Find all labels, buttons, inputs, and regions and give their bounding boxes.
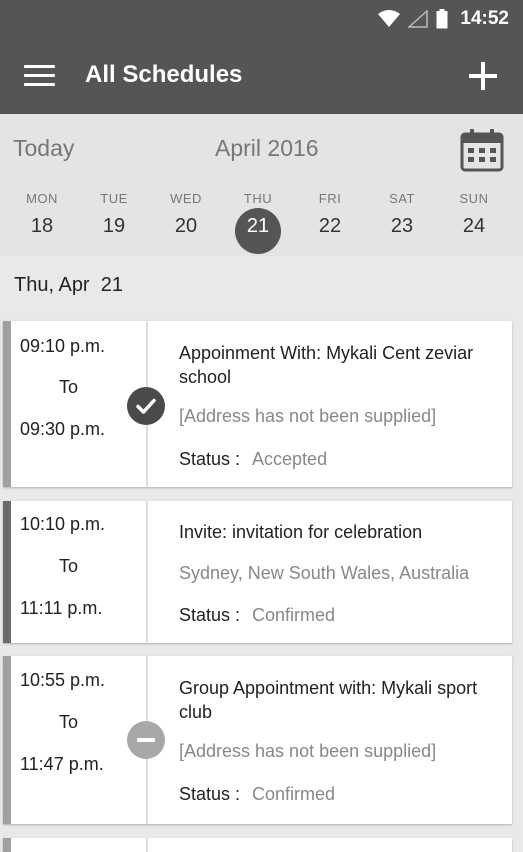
wifi-icon bbox=[378, 10, 401, 27]
day-number: 21 bbox=[246, 215, 270, 237]
day-tue[interactable]: TUE 19 bbox=[78, 188, 150, 248]
day-fri[interactable]: FRI 22 bbox=[294, 188, 366, 248]
day-number: 22 bbox=[318, 215, 342, 237]
day-number: 24 bbox=[462, 215, 486, 237]
day-of-week-label: MON bbox=[26, 191, 58, 206]
start-time: 10:10 p.m. bbox=[20, 514, 106, 534]
day-sun[interactable]: SUN 24 bbox=[438, 188, 510, 248]
card-accent-bar bbox=[3, 501, 11, 643]
signal-icon bbox=[408, 10, 429, 28]
day-sat[interactable]: SAT 23 bbox=[366, 188, 438, 248]
day-of-week-label: THU bbox=[243, 191, 273, 206]
page-title: All Schedules bbox=[85, 61, 243, 88]
schedule-title: Group Appointment with: Mykali sport clu… bbox=[179, 678, 478, 722]
week-calendar: Today April 2016 MON 18 TUE 19 WED 20 TH… bbox=[0, 114, 523, 256]
card-divider bbox=[146, 501, 148, 643]
minus-circle-icon bbox=[127, 721, 165, 759]
card-accent-bar bbox=[3, 656, 11, 824]
card-divider bbox=[146, 838, 148, 852]
day-of-week-label: SUN bbox=[459, 191, 489, 206]
day-wed[interactable]: WED 20 bbox=[150, 188, 222, 248]
day-strip: MON 18 TUE 19 WED 20 THU 21 FRI 22 SAT 2… bbox=[6, 188, 511, 254]
battery-icon bbox=[436, 9, 448, 29]
schedule-card[interactable]: 09:10 p.m. To 09:30 p.m. Appoinment With… bbox=[3, 321, 512, 487]
status-value: Accepted bbox=[252, 449, 328, 469]
schedule-address: [Address has not been supplied] bbox=[179, 741, 437, 761]
schedule-card[interactable]: 10:10 p.m. To 11:11 p.m. Invite: invitat… bbox=[3, 501, 512, 643]
schedule-title: Invite: invitation for celebration bbox=[179, 522, 423, 542]
end-time: 09:30 p.m. bbox=[20, 419, 106, 439]
calendar-icon[interactable] bbox=[460, 128, 504, 172]
status-label: Status : bbox=[179, 605, 241, 625]
schedule-card[interactable]: 10:55 p.m. To 11:47 p.m. Group Appointme… bbox=[3, 656, 512, 824]
day-number: 18 bbox=[30, 215, 54, 237]
status-bar: 14:52 bbox=[0, 0, 523, 38]
date-header: Thu, Apr 21 bbox=[14, 274, 123, 296]
schedule-title: Appoinment With: Mykali Cent zeviar scho… bbox=[179, 343, 474, 387]
month-label: April 2016 bbox=[215, 135, 319, 161]
end-time: 11:11 p.m. bbox=[20, 598, 103, 618]
schedule-status: Status : Accepted bbox=[179, 449, 327, 470]
end-time: 11:47 p.m. bbox=[20, 754, 104, 774]
plus-icon[interactable] bbox=[467, 60, 499, 92]
status-label: Status : bbox=[179, 784, 241, 804]
start-time: 09:10 p.m. bbox=[20, 336, 106, 356]
day-of-week-label: SAT bbox=[389, 191, 415, 206]
card-accent-bar bbox=[3, 321, 11, 487]
schedule-card-partial[interactable] bbox=[3, 838, 512, 852]
day-thu-selected[interactable]: THU 21 bbox=[222, 188, 294, 254]
hamburger-menu-icon[interactable] bbox=[24, 65, 55, 87]
day-number: 23 bbox=[390, 215, 414, 237]
day-of-week-label: TUE bbox=[100, 191, 128, 206]
schedule-status: Status : Confirmed bbox=[179, 605, 335, 626]
day-number: 20 bbox=[174, 215, 198, 237]
status-value: Confirmed bbox=[252, 605, 336, 625]
status-value: Confirmed bbox=[252, 784, 336, 804]
day-number: 19 bbox=[102, 215, 126, 237]
start-time: 10:55 p.m. bbox=[20, 670, 106, 690]
time-separator: To bbox=[59, 556, 79, 576]
day-mon[interactable]: MON 18 bbox=[6, 188, 78, 248]
schedule-address: [Address has not been supplied] bbox=[179, 406, 437, 426]
day-of-week-label: WED bbox=[170, 191, 202, 206]
status-clock: 14:52 bbox=[460, 8, 509, 29]
status-label: Status : bbox=[179, 449, 241, 469]
app-bar: All Schedules bbox=[0, 38, 523, 114]
time-separator: To bbox=[59, 712, 79, 732]
schedule-address: Sydney, New South Wales, Australia bbox=[179, 563, 470, 583]
card-accent-bar bbox=[3, 838, 11, 852]
check-icon bbox=[127, 387, 165, 425]
today-button[interactable]: Today bbox=[13, 135, 74, 162]
time-separator: To bbox=[59, 377, 79, 397]
schedule-status: Status : Confirmed bbox=[179, 784, 335, 805]
day-of-week-label: FRI bbox=[318, 191, 342, 206]
